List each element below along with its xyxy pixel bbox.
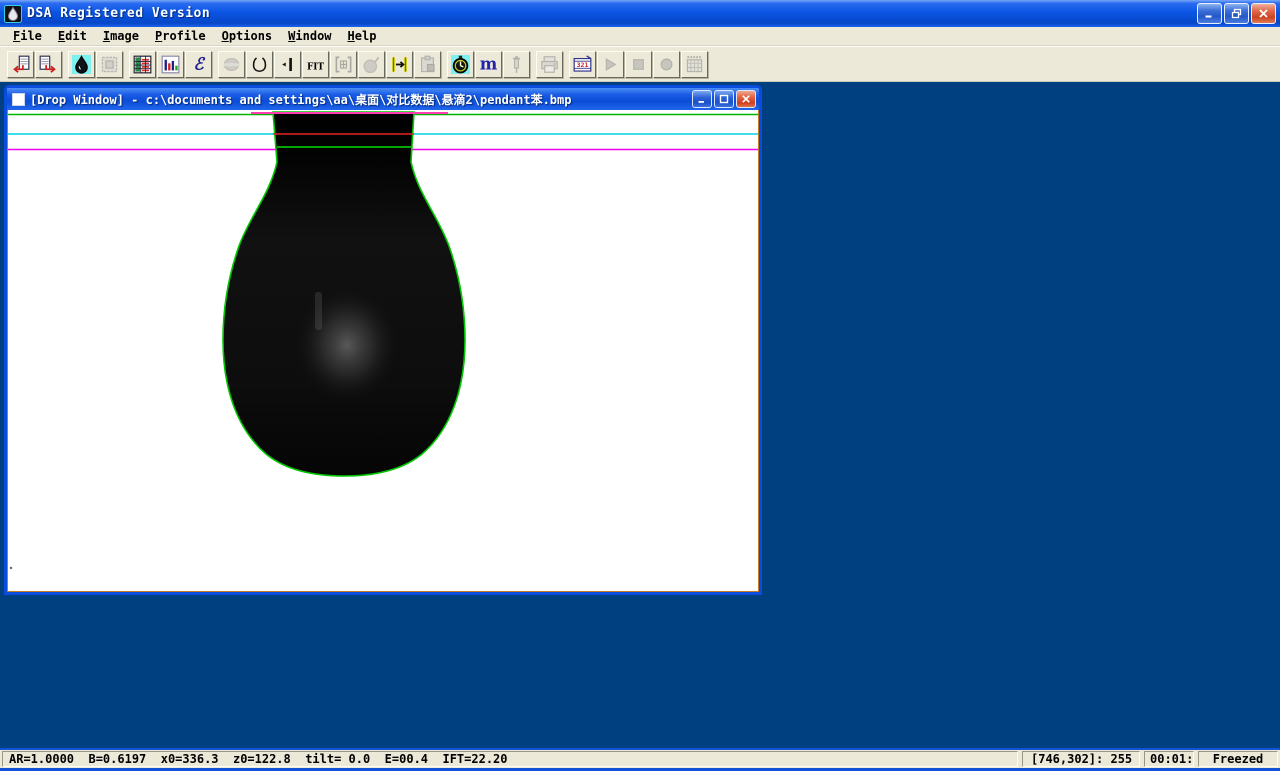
drop-window-controls	[692, 90, 756, 108]
zoom-fit-button	[330, 51, 357, 78]
pendant-drop-image	[8, 110, 758, 591]
needle-drop-button	[358, 51, 385, 78]
drop-image-canvas[interactable]	[7, 110, 759, 592]
grab-frame-button	[96, 51, 123, 78]
status-pixel-info: [746,302]: 255	[1022, 751, 1140, 767]
fit-button[interactable]: FIT	[302, 51, 329, 78]
status-state-badge: Freezed	[1198, 751, 1278, 767]
menu-edit[interactable]: Edit	[50, 28, 95, 44]
svg-text:m: m	[480, 55, 498, 73]
menu-bar: FileEditImageProfileOptionsWindowHelp	[0, 27, 1280, 46]
maximize-icon	[719, 94, 729, 104]
toolbar: ℰ FIT m 321	[0, 46, 1280, 82]
stray-pixel-dot	[10, 567, 12, 569]
stopwatch-button[interactable]	[447, 51, 474, 78]
menu-options[interactable]: Options	[214, 28, 281, 44]
minimize-icon	[697, 94, 707, 104]
open-image-button[interactable]	[7, 51, 34, 78]
drop-window: [Drop Window] - c:\documents and setting…	[4, 85, 762, 595]
close-icon	[741, 94, 751, 104]
dosing-syringe-button	[503, 51, 530, 78]
film-counter-button[interactable]: 321	[569, 51, 596, 78]
menu-window[interactable]: Window	[280, 28, 339, 44]
drop-window-close-button[interactable]	[736, 90, 756, 108]
app-drop-icon	[4, 5, 22, 23]
copy-clipboard-button	[414, 51, 441, 78]
mdi-workspace: [Drop Window] - c:\documents and setting…	[0, 82, 1280, 748]
close-icon	[1258, 8, 1269, 19]
contour-ellipse-button[interactable]	[246, 51, 273, 78]
menu-image[interactable]: Image	[95, 28, 147, 44]
svg-text:FIT: FIT	[307, 62, 324, 72]
app-caption-controls	[1197, 3, 1276, 24]
baseline-marker-button[interactable]	[274, 51, 301, 78]
save-image-button[interactable]	[35, 51, 62, 78]
status-bar: AR=1.0000 B=0.6197 x0=336.3 z0=122.8 til…	[0, 748, 1280, 771]
measure-m-button[interactable]: m	[475, 51, 502, 78]
print-button	[536, 51, 563, 78]
restore-icon	[1231, 8, 1242, 19]
dsa-app-window: { "app": { "title": "DSA Registered Vers…	[0, 0, 1280, 771]
width-calibration-button[interactable]	[386, 51, 413, 78]
status-measurements: AR=1.0000 B=0.6197 x0=336.3 z0=122.8 til…	[2, 751, 1018, 767]
drop-window-maximize-button[interactable]	[714, 90, 734, 108]
menu-help[interactable]: Help	[340, 28, 385, 44]
minimize-icon	[1204, 8, 1215, 19]
drop-window-minimize-button[interactable]	[692, 90, 712, 108]
stop-button	[625, 51, 652, 78]
drop-window-icon	[12, 93, 25, 106]
record-button	[653, 51, 680, 78]
drop-light-streak	[315, 292, 322, 330]
sessile-drop-button	[218, 51, 245, 78]
epsilon-analysis-button[interactable]: ℰ	[185, 51, 212, 78]
drop-window-title-bar: [Drop Window] - c:\documents and setting…	[7, 88, 759, 110]
svg-text:ℰ: ℰ	[193, 55, 205, 73]
menu-file[interactable]: File	[5, 28, 50, 44]
frame-grid-button	[681, 51, 708, 78]
app-close-button[interactable]	[1251, 3, 1276, 24]
app-title: DSA Registered Version	[27, 6, 1197, 21]
app-restore-button[interactable]	[1224, 3, 1249, 24]
drop-window-title: [Drop Window] - c:\documents and setting…	[30, 91, 692, 108]
play-button	[597, 51, 624, 78]
app-title-bar: DSA Registered Version	[0, 0, 1280, 27]
menu-profile[interactable]: Profile	[147, 28, 214, 44]
app-minimize-button[interactable]	[1197, 3, 1222, 24]
status-timer: 00:01:31	[1144, 751, 1194, 767]
svg-text:321: 321	[577, 60, 589, 68]
results-table-button[interactable]	[129, 51, 156, 78]
drop-specular-highlight	[291, 283, 403, 407]
statistics-chart-button[interactable]	[157, 51, 184, 78]
live-drop-image-button[interactable]	[68, 51, 95, 78]
